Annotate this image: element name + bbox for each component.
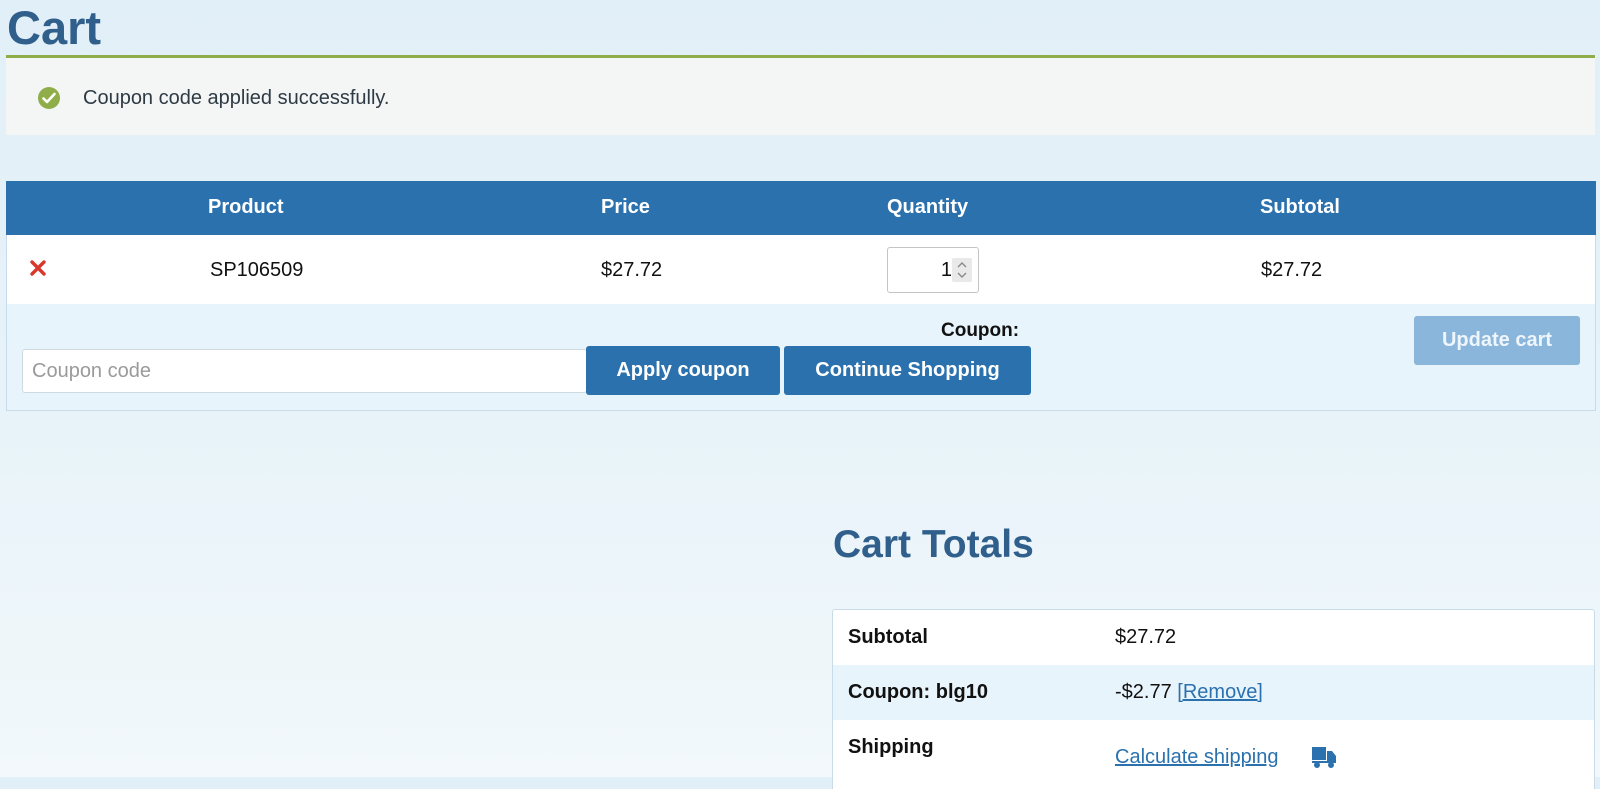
chevron-up-icon [957,262,967,268]
coupon-discount-value: -$2.77 [1115,681,1172,703]
check-circle-icon [38,87,60,109]
totals-row-subtotal: Subtotal $27.72 [833,610,1594,665]
quantity-stepper[interactable]: 1 [887,247,979,293]
continue-shopping-button[interactable]: Continue Shopping [784,346,1031,395]
cart-table-header: Product Price Quantity Subtotal [6,181,1596,235]
success-notice: Coupon code applied successfully. [6,55,1595,135]
remove-coupon-link[interactable]: [Remove] [1177,681,1263,703]
cart-totals-table: Subtotal $27.72 Coupon: blg10 -$2.77 [Re… [832,609,1595,789]
shipping-label: Shipping [848,736,934,758]
delivery-truck-icon[interactable] [1311,745,1337,769]
column-header-price: Price [601,196,650,218]
product-price: $27.72 [601,259,663,281]
column-header-product: Product [208,196,284,218]
apply-coupon-button[interactable]: Apply coupon [586,346,780,395]
line-subtotal: $27.72 [1261,259,1323,281]
remove-item-icon[interactable] [29,259,47,277]
table-row: SP106509 $27.72 1 $27.72 [7,235,1595,304]
coupon-discount-label: Coupon: blg10 [848,681,988,703]
quantity-value[interactable]: 1 [888,259,952,282]
subtotal-value: $27.72 [1115,626,1177,648]
update-cart-button[interactable]: Update cart [1414,316,1580,365]
calculate-shipping-link[interactable]: Calculate shipping [1115,746,1278,769]
cart-totals-title: Cart Totals [833,523,1034,566]
quantity-spinner[interactable] [952,258,972,282]
cart-table: Product Price Quantity Subtotal SP106509… [6,181,1596,411]
coupon-code-input[interactable] [22,349,587,393]
page-title: Cart [7,1,102,54]
column-header-quantity: Quantity [887,196,969,218]
chevron-down-icon [957,272,967,278]
coupon-discount-value-wrap: -$2.77 [Remove] [1115,681,1263,704]
notice-message: Coupon code applied successfully. [83,87,390,109]
totals-row-coupon: Coupon: blg10 -$2.77 [Remove] [833,665,1594,720]
column-header-subtotal: Subtotal [1260,196,1340,218]
coupon-label: Coupon: [941,320,1020,341]
product-name[interactable]: SP106509 [210,259,303,282]
subtotal-label: Subtotal [848,626,928,648]
